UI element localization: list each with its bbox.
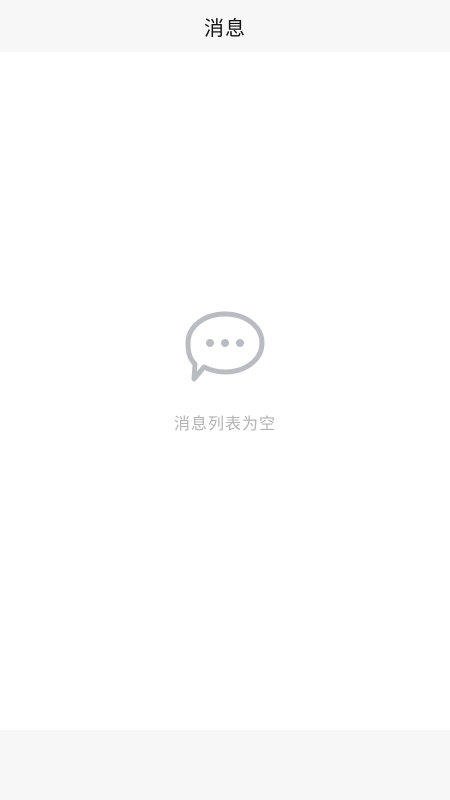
page-title: 消息 (204, 15, 246, 40)
messages-screen: 消息 消息列表为空 (0, 0, 450, 800)
bottom-bar (0, 730, 450, 800)
empty-state: 消息列表为空 (0, 308, 450, 434)
empty-message: 消息列表为空 (173, 414, 276, 433)
navigation-bar: 消息 (0, 0, 450, 52)
message-list-area: 消息列表为空 (0, 52, 450, 730)
chat-bubble-icon (185, 311, 265, 382)
